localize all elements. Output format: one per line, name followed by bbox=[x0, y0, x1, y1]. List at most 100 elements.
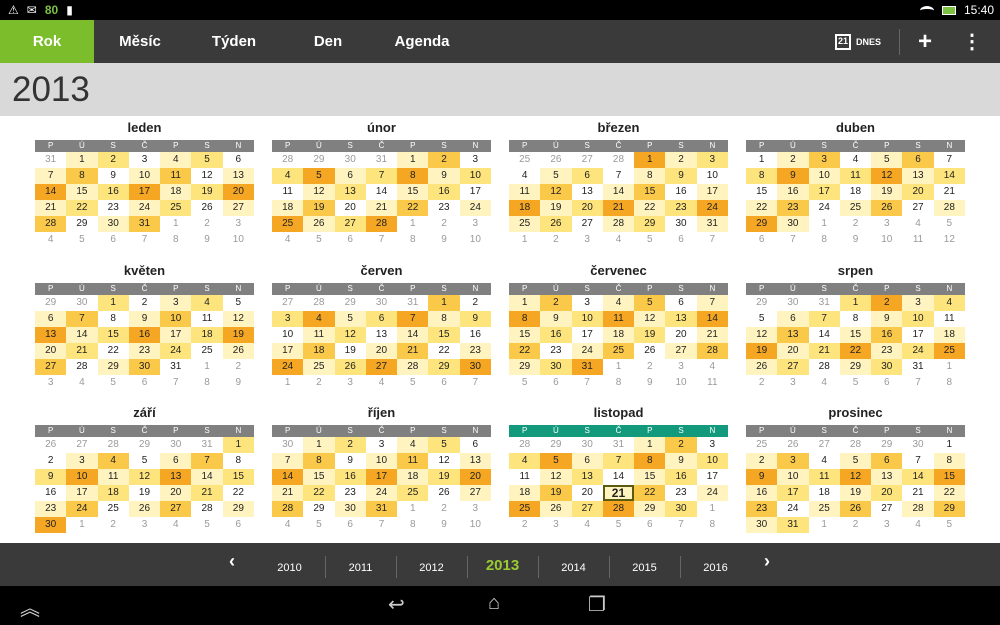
day-cell[interactable]: 10 bbox=[160, 311, 192, 327]
day-cell[interactable]: 11 bbox=[160, 168, 192, 184]
day-cell-other-month[interactable]: 6 bbox=[428, 375, 459, 391]
day-cell[interactable]: 18 bbox=[97, 485, 129, 501]
year-option[interactable]: 2011 bbox=[325, 543, 396, 586]
day-cell[interactable]: 20 bbox=[871, 485, 903, 501]
day-cell[interactable]: 13 bbox=[665, 311, 697, 327]
day-cell[interactable]: 12 bbox=[128, 469, 161, 485]
day-cell[interactable]: 16 bbox=[871, 327, 903, 343]
day-cell[interactable]: 1 bbox=[509, 295, 541, 311]
day-cell[interactable]: 9 bbox=[746, 469, 778, 485]
day-cell[interactable]: 5 bbox=[540, 453, 572, 469]
day-cell[interactable]: 27 bbox=[160, 501, 192, 517]
day-cell[interactable]: 14 bbox=[808, 327, 840, 343]
day-cell[interactable]: 4 bbox=[808, 453, 840, 469]
day-cell[interactable]: 5 bbox=[428, 437, 460, 453]
day-cell[interactable]: 22 bbox=[97, 343, 129, 359]
day-cell-other-month[interactable]: 9 bbox=[634, 375, 665, 391]
day-cell[interactable]: 18 bbox=[933, 327, 965, 343]
month-březen[interactable]: březen P Ú S Č P S N 25 26 27 28 1 2 3 4 5 6 7 8 9 10 11 12 13 14… bbox=[509, 116, 728, 248]
day-cell[interactable]: 6 bbox=[902, 152, 934, 168]
day-cell[interactable]: 2 bbox=[746, 453, 778, 469]
day-cell[interactable]: 13 bbox=[571, 184, 603, 200]
day-cell[interactable]: 26 bbox=[540, 216, 572, 232]
day-cell-other-month[interactable]: 29 bbox=[335, 295, 366, 311]
day-cell[interactable]: 7 bbox=[397, 311, 429, 327]
day-cell[interactable]: 12 bbox=[191, 168, 223, 184]
day-cell[interactable]: 6 bbox=[365, 311, 398, 327]
day-cell-other-month[interactable]: 10 bbox=[460, 517, 491, 533]
day-cell[interactable]: 23 bbox=[35, 501, 67, 517]
day-cell-other-month[interactable]: 4 bbox=[272, 232, 303, 248]
day-cell-other-month[interactable]: 1 bbox=[509, 232, 540, 248]
day-cell[interactable]: 5 bbox=[303, 168, 335, 184]
day-cell[interactable]: 7 bbox=[191, 453, 223, 469]
day-cell[interactable]: 16 bbox=[777, 184, 809, 200]
day-cell[interactable]: 2 bbox=[35, 453, 67, 469]
day-cell-other-month[interactable]: 2 bbox=[840, 517, 871, 533]
day-cell[interactable]: 10 bbox=[808, 168, 840, 184]
year-option[interactable]: 2015 bbox=[609, 543, 680, 586]
day-cell[interactable]: 5 bbox=[871, 152, 903, 168]
day-cell[interactable]: 2 bbox=[428, 152, 460, 168]
day-cell[interactable]: 22 bbox=[303, 485, 335, 501]
day-cell[interactable]: 13 bbox=[334, 184, 366, 200]
day-cell[interactable]: 29 bbox=[634, 501, 666, 517]
back-icon[interactable]: ↩ bbox=[388, 592, 405, 617]
day-cell-other-month[interactable]: 1 bbox=[191, 359, 222, 375]
day-cell[interactable]: 26 bbox=[839, 501, 872, 517]
day-cell-other-month[interactable]: 30 bbox=[777, 295, 808, 311]
day-cell-other-month[interactable]: 7 bbox=[366, 232, 397, 248]
day-cell-other-month[interactable]: 5 bbox=[509, 375, 540, 391]
day-cell[interactable]: 19 bbox=[540, 200, 572, 216]
day-cell-other-month[interactable]: 26 bbox=[35, 437, 66, 453]
day-cell[interactable]: 31 bbox=[160, 359, 192, 375]
day-cell[interactable]: 22 bbox=[397, 200, 429, 216]
day-cell[interactable]: 26 bbox=[428, 485, 460, 501]
day-cell[interactable]: 7 bbox=[808, 311, 840, 327]
day-cell[interactable]: 5 bbox=[334, 311, 366, 327]
day-cell[interactable]: 26 bbox=[334, 359, 366, 375]
day-cell[interactable]: 17 bbox=[160, 327, 192, 343]
day-cell[interactable]: 10 bbox=[902, 311, 934, 327]
day-cell[interactable]: 22 bbox=[428, 343, 460, 359]
day-cell[interactable]: 31 bbox=[571, 359, 603, 375]
day-cell[interactable]: 8 bbox=[222, 453, 254, 469]
day-cell-other-month[interactable]: 27 bbox=[66, 437, 97, 453]
day-cell[interactable]: 17 bbox=[66, 485, 98, 501]
day-cell[interactable]: 4 bbox=[839, 152, 872, 168]
day-cell[interactable]: 29 bbox=[428, 359, 460, 375]
day-cell[interactable]: 2 bbox=[665, 152, 697, 168]
day-cell[interactable]: 13 bbox=[871, 469, 903, 485]
day-cell-other-month[interactable]: 8 bbox=[191, 375, 222, 391]
day-cell-other-month[interactable]: 4 bbox=[572, 517, 603, 533]
day-cell[interactable]: 12 bbox=[303, 184, 335, 200]
day-cell-other-month[interactable]: 5 bbox=[397, 375, 428, 391]
day-cell[interactable]: 12 bbox=[871, 168, 903, 184]
day-cell-other-month[interactable]: 29 bbox=[871, 437, 902, 453]
day-cell[interactable]: 20 bbox=[665, 327, 697, 343]
day-cell[interactable]: 15 bbox=[428, 327, 460, 343]
day-cell[interactable]: 21 bbox=[191, 485, 223, 501]
day-cell[interactable]: 4 bbox=[933, 295, 965, 311]
day-cell[interactable]: 22 bbox=[222, 485, 254, 501]
day-cell-other-month[interactable]: 9 bbox=[191, 232, 222, 248]
day-cell-other-month[interactable]: 6 bbox=[540, 375, 571, 391]
day-cell[interactable]: 22 bbox=[66, 200, 98, 216]
day-cell[interactable]: 26 bbox=[128, 501, 161, 517]
day-cell[interactable]: 2 bbox=[777, 152, 809, 168]
day-cell[interactable]: 15 bbox=[97, 327, 129, 343]
tab-agenda[interactable]: Agenda bbox=[374, 20, 470, 63]
day-cell-other-month[interactable]: 6 bbox=[871, 375, 902, 391]
day-cell[interactable]: 1 bbox=[397, 152, 429, 168]
day-cell[interactable]: 27 bbox=[222, 200, 254, 216]
day-cell[interactable]: 11 bbox=[272, 184, 304, 200]
tab-week[interactable]: Týden bbox=[186, 20, 282, 63]
day-cell[interactable]: 14 bbox=[933, 168, 965, 184]
day-cell[interactable]: 24 bbox=[902, 343, 934, 359]
year-option[interactable]: 2016 bbox=[680, 543, 751, 586]
day-cell-other-month[interactable]: 7 bbox=[460, 375, 491, 391]
day-cell-other-month[interactable]: 9 bbox=[840, 232, 871, 248]
day-cell[interactable]: 16 bbox=[128, 327, 161, 343]
day-cell[interactable]: 8 bbox=[397, 168, 429, 184]
day-cell[interactable]: 13 bbox=[222, 168, 254, 184]
